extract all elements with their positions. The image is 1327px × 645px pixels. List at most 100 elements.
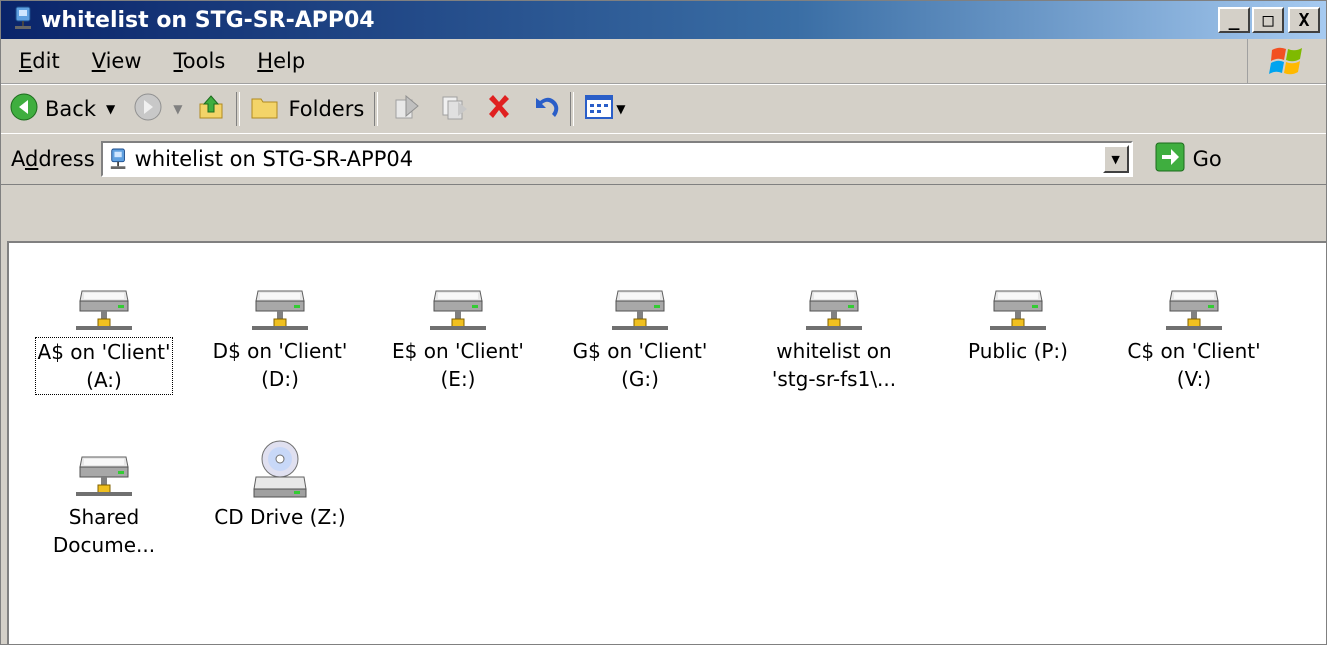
drive-item-whitelist[interactable]: whitelist on 'stg-sr-fs1\...: [749, 271, 919, 393]
item-label-line1: CD Drive (Z:): [214, 505, 346, 529]
network-drive-icon: [75, 290, 133, 331]
item-label-line2: (V:): [1176, 367, 1212, 391]
back-arrow-icon: [9, 92, 39, 127]
item-label-line1: C$ on 'Client': [1127, 339, 1261, 363]
folders-button[interactable]: Folders: [250, 93, 364, 126]
item-label: Public (P:): [966, 337, 1070, 365]
menu-help-accel: H: [257, 49, 274, 73]
menu-view-label: iew: [105, 49, 142, 73]
drive-item-v[interactable]: C$ on 'Client' (V:): [1109, 271, 1279, 393]
item-label-line1: Shared: [68, 505, 140, 529]
network-drive-icon: [805, 290, 863, 331]
drive-item-g[interactable]: G$ on 'Client' (G:): [555, 271, 725, 393]
chevron-down-icon: ▼: [1111, 152, 1120, 166]
network-drive-icon: [1165, 290, 1223, 331]
move-to-button[interactable]: [392, 92, 422, 127]
go-button[interactable]: Go: [1155, 142, 1222, 177]
item-label-line2: Docume...: [52, 533, 156, 557]
menu-edit[interactable]: Edit: [1, 49, 76, 73]
go-arrow-icon: [1155, 142, 1185, 177]
item-label-line1: Public (P:): [968, 339, 1068, 363]
network-drive-icon: [611, 290, 669, 331]
address-label: Address: [11, 147, 95, 171]
address-label-accel: d: [25, 147, 39, 171]
item-label-line1: E$ on 'Client': [392, 339, 524, 363]
item-label-line2: (E:): [440, 367, 476, 391]
item-label-line2: (D:): [261, 367, 299, 391]
network-drive-icon: [75, 456, 133, 497]
explorer-window: whitelist on STG-SR-APP04 _ □ X Edit Vie…: [0, 0, 1327, 645]
item-label-line1: G$ on 'Client': [572, 339, 708, 363]
address-input[interactable]: whitelist on STG-SR-APP04 ▼: [100, 141, 1133, 177]
minimize-button[interactable]: _: [1218, 7, 1250, 33]
menu-help[interactable]: Help: [241, 49, 321, 73]
drive-item-d[interactable]: D$ on 'Client' (D:): [195, 271, 365, 393]
delete-icon: [484, 92, 514, 127]
up-folder-button[interactable]: [196, 92, 226, 127]
window-controls: _ □ X: [1218, 7, 1320, 33]
undo-button[interactable]: [530, 92, 560, 127]
network-folder-icon: [13, 5, 35, 35]
title-bar[interactable]: whitelist on STG-SR-APP04 _ □ X: [1, 1, 1326, 39]
file-view[interactable]: A$ on 'Client' (A:) D$ on 'Client' (D:) …: [7, 241, 1326, 644]
window-title: whitelist on STG-SR-APP04: [41, 7, 375, 33]
shared-documents-item[interactable]: Shared Docume...: [19, 437, 189, 559]
network-folder-icon: [109, 146, 129, 172]
maximize-button[interactable]: □: [1252, 7, 1284, 33]
item-label: whitelist on 'stg-sr-fs1\...: [770, 337, 898, 393]
views-icon: [584, 94, 614, 125]
cd-drive-item[interactable]: CD Drive (Z:): [195, 437, 365, 531]
menu-edit-label: dit: [32, 49, 60, 73]
undo-icon: [530, 92, 560, 127]
forward-button[interactable]: ▼: [133, 92, 182, 127]
views-dropdown-arrow-icon[interactable]: ▼: [616, 102, 625, 116]
copy-to-icon: [440, 92, 470, 127]
minimize-icon: _: [1228, 9, 1240, 31]
standard-toolbar: Back ▼ ▼ Folders ▼: [1, 84, 1326, 134]
close-button[interactable]: X: [1288, 7, 1320, 33]
views-button[interactable]: ▼: [584, 94, 626, 125]
drive-item-a[interactable]: A$ on 'Client' (A:): [19, 271, 189, 395]
item-label: Shared Docume...: [51, 503, 157, 559]
windows-logo-icon: [1247, 39, 1326, 83]
network-drive-icon: [989, 290, 1047, 331]
delete-button[interactable]: [484, 92, 514, 127]
toolbar-separator: [570, 92, 575, 126]
move-to-icon: [392, 92, 422, 127]
go-label: Go: [1192, 147, 1222, 171]
forward-dropdown-arrow-icon[interactable]: ▼: [173, 102, 182, 116]
forward-arrow-icon: [133, 92, 163, 127]
copy-to-button[interactable]: [440, 92, 470, 127]
item-label-line1: whitelist on: [776, 339, 892, 363]
item-label-line2: 'stg-sr-fs1\...: [771, 367, 897, 391]
menu-bar: Edit View Tools Help: [1, 39, 1326, 84]
menu-view[interactable]: View: [76, 49, 158, 73]
item-label-line2: (A:): [86, 368, 122, 392]
back-label: Back: [45, 97, 96, 121]
back-button[interactable]: Back ▼: [9, 92, 115, 127]
maximize-icon: □: [1262, 9, 1274, 31]
drive-item-public[interactable]: Public (P:): [933, 271, 1103, 365]
back-dropdown-arrow-icon[interactable]: ▼: [106, 102, 115, 116]
menu-tools[interactable]: Tools: [158, 49, 242, 73]
address-label-post: dress: [38, 147, 95, 171]
item-label-line1: A$ on 'Client': [37, 340, 171, 364]
item-label-line2: (G:): [621, 367, 659, 391]
item-label: CD Drive (Z:): [212, 503, 347, 531]
menu-edit-accel: E: [19, 49, 33, 73]
address-bar: Address whitelist on STG-SR-APP04 ▼ Go: [1, 133, 1326, 185]
address-dropdown-button[interactable]: ▼: [1102, 145, 1129, 173]
item-label: E$ on 'Client' (E:): [390, 337, 526, 393]
item-label: A$ on 'Client' (A:): [34, 337, 174, 395]
item-label: C$ on 'Client' (V:): [1125, 337, 1262, 393]
cd-drive-icon: [253, 440, 307, 498]
toolbar-separator: [374, 92, 379, 126]
folder-icon: [250, 93, 280, 126]
menu-view-accel: V: [91, 49, 106, 73]
network-drive-icon: [429, 290, 487, 331]
drive-item-e[interactable]: E$ on 'Client' (E:): [373, 271, 543, 393]
item-label: G$ on 'Client' (G:): [571, 337, 710, 393]
close-icon: X: [1298, 9, 1310, 31]
up-folder-icon: [196, 92, 226, 127]
toolbar-separator: [236, 92, 241, 126]
